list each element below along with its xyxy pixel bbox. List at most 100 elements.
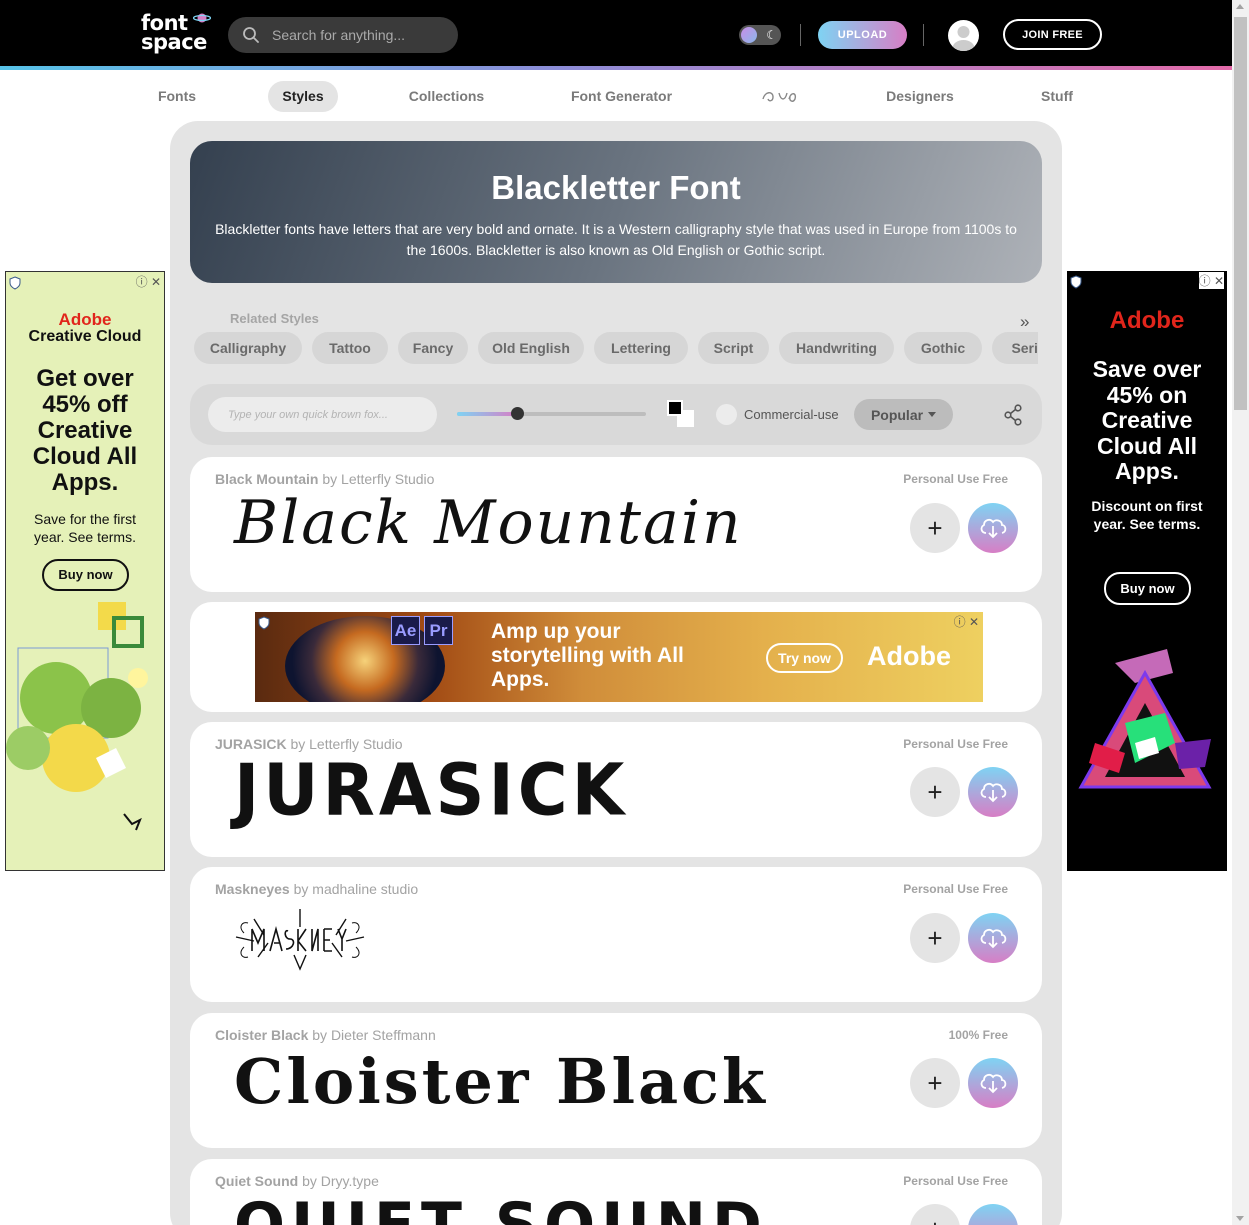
font-card[interactable]: Maskneyes by madhaline studio Personal U… xyxy=(190,867,1042,1002)
ad-illustration xyxy=(1078,649,1212,789)
divider xyxy=(923,24,924,46)
sort-dropdown[interactable]: Popular xyxy=(854,399,953,430)
glyph-icon xyxy=(762,92,797,102)
font-name[interactable]: Cloister Black xyxy=(215,1027,308,1043)
scroll-up-arrow-icon[interactable] xyxy=(1236,4,1244,9)
chip-old-english[interactable]: Old English xyxy=(478,332,584,364)
banner-cta-button[interactable]: Try now xyxy=(766,643,843,673)
font-name[interactable]: Black Mountain xyxy=(215,471,318,487)
chevron-double-right-icon[interactable]: » xyxy=(1020,312,1029,332)
download-button[interactable] xyxy=(968,913,1018,963)
font-card[interactable]: Quiet Sound by Dryy.type Personal Use Fr… xyxy=(190,1159,1042,1225)
chip-handwriting[interactable]: Handwriting xyxy=(779,332,894,364)
search-box[interactable] xyxy=(228,17,458,53)
fontspace-logo[interactable]: font space xyxy=(141,13,211,54)
nav-collections[interactable]: Collections xyxy=(396,81,497,112)
license-label: Personal Use Free xyxy=(903,737,1008,751)
right-ad[interactable]: ⓘ ✕ Adobe Save over 45% on Creative Clou… xyxy=(1067,271,1227,871)
font-credit: Black Mountain by Letterfly Studio xyxy=(215,471,434,487)
font-size-slider[interactable] xyxy=(457,412,646,416)
logo-line2: space xyxy=(141,30,207,54)
chip-gothic[interactable]: Gothic xyxy=(904,332,982,364)
upload-button[interactable]: UPLOAD xyxy=(818,21,907,49)
ad-close-icon[interactable]: ⓘ ✕ xyxy=(136,273,161,290)
plus-icon: + xyxy=(927,512,943,543)
slider-knob[interactable] xyxy=(511,407,524,420)
download-button[interactable] xyxy=(968,767,1018,817)
ad-close-icon[interactable]: ⓘ ✕ xyxy=(1198,272,1224,289)
banner-brand: Adobe xyxy=(867,641,951,671)
font-designer[interactable]: by Dryy.type xyxy=(302,1173,379,1189)
join-free-button[interactable]: JOIN FREE xyxy=(1003,19,1102,50)
font-name[interactable]: Quiet Sound xyxy=(215,1173,298,1189)
plus-icon: + xyxy=(927,922,943,953)
scroll-down-arrow-icon[interactable] xyxy=(1236,1216,1244,1221)
commercial-use-label: Commercial-use xyxy=(744,407,839,422)
font-preview[interactable]: QUIET SOUND xyxy=(234,1189,768,1225)
chip-fancy[interactable]: Fancy xyxy=(398,332,468,364)
font-designer[interactable]: by madhaline studio xyxy=(294,881,419,897)
chip-script[interactable]: Script xyxy=(698,332,769,364)
ad-headline: Save over 45% on Creative Cloud All Apps… xyxy=(1092,356,1202,484)
chip-lettering[interactable]: Lettering xyxy=(594,332,688,364)
ad-brand: Adobe xyxy=(58,310,112,329)
theme-toggle[interactable]: ☾ xyxy=(739,25,781,45)
nav-fonts[interactable]: Fonts xyxy=(144,81,210,112)
license-label: Personal Use Free xyxy=(903,1174,1008,1188)
license-label: Personal Use Free xyxy=(903,882,1008,896)
header-gradient-line xyxy=(0,66,1232,70)
nav-glyph[interactable] xyxy=(750,81,808,112)
cloud-download-icon xyxy=(980,1073,1007,1094)
cloud-download-icon xyxy=(980,928,1007,949)
font-preview[interactable] xyxy=(234,907,366,971)
ad-cta-button[interactable]: Buy now xyxy=(42,559,129,591)
add-to-collection-button[interactable]: + xyxy=(910,1058,960,1108)
nav-styles[interactable]: Styles xyxy=(268,81,338,112)
ad-close-icon[interactable]: ⓘ ✕ xyxy=(954,613,979,630)
add-to-collection-button[interactable]: + xyxy=(910,767,960,817)
banner-ad[interactable]: Ae Pr Amp up your storytelling with All … xyxy=(255,612,983,702)
download-button[interactable] xyxy=(968,1058,1018,1108)
font-name[interactable]: Maskneyes xyxy=(215,881,290,897)
font-preview[interactable]: Cloister Black xyxy=(234,1045,768,1118)
add-to-collection-button[interactable]: + xyxy=(910,1204,960,1225)
add-to-collection-button[interactable]: + xyxy=(910,503,960,553)
commercial-use-toggle[interactable] xyxy=(716,404,737,425)
download-button[interactable] xyxy=(968,1204,1018,1225)
nav-designers[interactable]: Designers xyxy=(870,81,970,112)
share-icon[interactable] xyxy=(1003,404,1023,426)
font-preview[interactable]: JURASICK xyxy=(234,750,628,832)
preview-text-input[interactable] xyxy=(208,397,437,432)
font-preview[interactable]: Black Mountain xyxy=(234,487,743,559)
foreground-color-swatch[interactable] xyxy=(667,400,683,416)
font-card[interactable]: JURASICK by Letterfly Studio Personal Us… xyxy=(190,722,1042,857)
divider xyxy=(800,24,801,46)
ad-illustration xyxy=(6,602,148,831)
font-designer[interactable]: by Dieter Steffmann xyxy=(312,1027,435,1043)
chip-calligraphy[interactable]: Calligraphy xyxy=(194,332,302,364)
font-designer[interactable]: by Letterfly Studio xyxy=(322,471,434,487)
plus-icon: + xyxy=(927,776,943,807)
font-card[interactable]: Black Mountain by Letterfly Studio Perso… xyxy=(190,457,1042,592)
ad-shield-icon xyxy=(258,616,270,630)
related-styles-label: Related Styles xyxy=(230,311,319,326)
style-hero: Blackletter Font Blackletter fonts have … xyxy=(190,141,1042,283)
search-input[interactable] xyxy=(272,27,452,43)
top-bar: font space ☾ UPLOAD JOIN FREE xyxy=(0,0,1232,66)
scrollbar-thumb[interactable] xyxy=(1234,17,1247,410)
planet-icon xyxy=(193,13,211,23)
add-to-collection-button[interactable]: + xyxy=(910,913,960,963)
chip-tattoo[interactable]: Tattoo xyxy=(312,332,388,364)
page-scrollbar[interactable] xyxy=(1232,0,1249,1225)
license-label: 100% Free xyxy=(948,1028,1008,1042)
avatar[interactable] xyxy=(948,20,979,51)
nav-font-generator[interactable]: Font Generator xyxy=(556,81,687,112)
chip-serif[interactable]: Serif xyxy=(992,332,1038,364)
left-ad[interactable]: ⓘ ✕ Adobe Creative Cloud Get over 45% of… xyxy=(5,271,165,871)
sort-label: Popular xyxy=(870,406,924,423)
download-button[interactable] xyxy=(968,503,1018,553)
font-credit: Quiet Sound by Dryy.type xyxy=(215,1173,379,1189)
ad-cta-button[interactable]: Buy now xyxy=(1104,572,1191,605)
nav-stuff[interactable]: Stuff xyxy=(1025,81,1089,112)
font-card[interactable]: Cloister Black by Dieter Steffmann 100% … xyxy=(190,1013,1042,1148)
